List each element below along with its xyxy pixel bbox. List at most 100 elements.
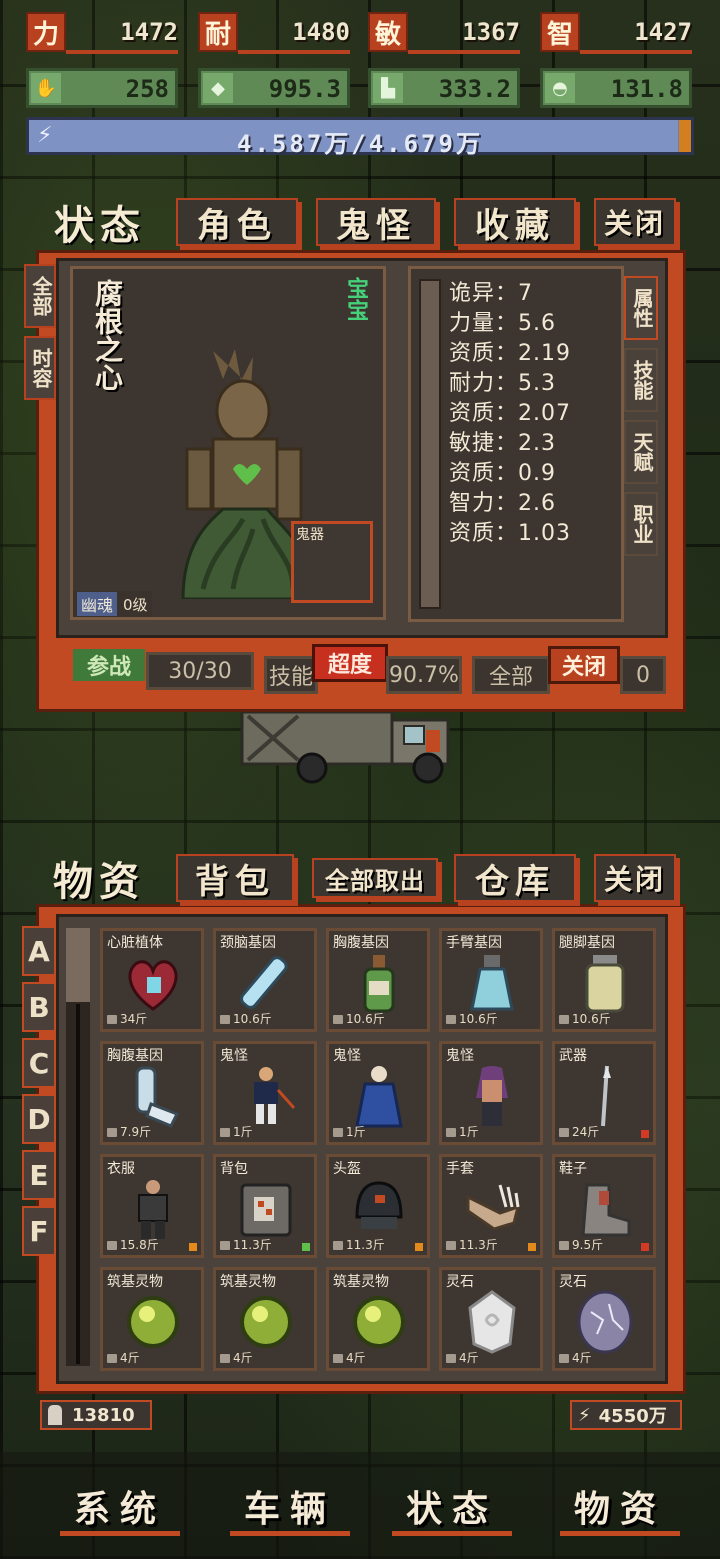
attribute-side-tab[interactable]: 技能	[624, 348, 658, 412]
nav-button[interactable]: 物资	[540, 1466, 700, 1546]
inventory-slot[interactable]: 灵石 4斤	[439, 1267, 543, 1371]
item-weight-value: 4斤	[346, 1351, 366, 1365]
inventory-scroll-thumb[interactable]	[66, 928, 90, 1002]
attribute-line: 智力：2.6	[449, 491, 556, 516]
join-battle-button[interactable]: 参战	[70, 646, 148, 684]
inventory-tab[interactable]: 背包	[176, 854, 294, 902]
category-tab-e[interactable]: E	[22, 1150, 56, 1200]
purple-stone-icon	[573, 1290, 637, 1354]
lock-icon	[333, 1128, 343, 1137]
category-tab-f[interactable]: F	[22, 1206, 56, 1256]
green-orb-icon	[347, 1290, 411, 1354]
item-weight: 10.6斤	[446, 1010, 498, 1027]
item-name: 鬼怪	[446, 1048, 474, 1064]
status-tab[interactable]: 关闭	[594, 198, 676, 246]
equipment-stat-value: 131.8	[610, 75, 683, 103]
status-tab[interactable]: 收藏	[454, 198, 576, 246]
armor-icon: ◆	[203, 73, 233, 103]
inventory-slot[interactable]: 头盔 11.3斤	[326, 1154, 430, 1258]
status-tab[interactable]: 鬼怪	[316, 198, 436, 246]
item-name: 鬼怪	[220, 1048, 248, 1064]
item-weight: 9.5斤	[559, 1236, 603, 1253]
total-weight-value: 13810	[72, 1404, 135, 1426]
inventory-tab[interactable]: 关闭	[594, 854, 676, 902]
category-tab-d[interactable]: D	[22, 1094, 56, 1144]
nav-button[interactable]: 系统	[40, 1466, 200, 1546]
inventory-slot[interactable]: 筑基灵物 4斤	[213, 1267, 317, 1371]
equipment-stat-value: 258	[125, 75, 169, 103]
attribute-line: 敏捷：2.3	[449, 431, 556, 456]
lock-icon	[220, 1015, 230, 1024]
green-orb-icon	[234, 1290, 298, 1354]
inventory-slot[interactable]: 鬼怪 1斤	[326, 1041, 430, 1145]
nav-button[interactable]: 状态	[372, 1466, 532, 1546]
item-weight: 1斤	[333, 1123, 366, 1140]
attribute-line: 资质：2.19	[449, 341, 571, 366]
item-name: 颈脑基因	[220, 935, 276, 951]
item-weight: 4斤	[107, 1349, 140, 1366]
inventory-slot[interactable]: 筑基灵物 4斤	[326, 1267, 430, 1371]
inventory-slot[interactable]: 颈脑基因 10.6斤	[213, 928, 317, 1032]
category-tab-b[interactable]: B	[22, 982, 56, 1032]
item-weight: 4斤	[446, 1349, 479, 1366]
attribute-line: 诡异：7	[449, 281, 533, 306]
inventory-tab[interactable]: 全部取出	[312, 858, 438, 898]
inventory-tab[interactable]: 仓库	[454, 854, 576, 902]
category-tab-c[interactable]: C	[22, 1038, 56, 1088]
lock-icon	[446, 1241, 456, 1250]
lightning-icon: ⚡	[578, 1404, 591, 1426]
inventory-slot[interactable]: 武器 24斤	[552, 1041, 656, 1145]
inventory-slot[interactable]: 灵石 4斤	[552, 1267, 656, 1371]
quality-marker	[302, 1243, 310, 1251]
helmet-icon: ◓	[545, 73, 575, 103]
item-weight-value: 11.3斤	[459, 1238, 498, 1252]
nav-button[interactable]: 车辆	[210, 1466, 370, 1546]
helmet-icon	[347, 1177, 411, 1241]
item-name: 筑基灵物	[220, 1274, 276, 1290]
attribute-stat-underline	[238, 50, 350, 54]
truck-icon	[240, 710, 450, 784]
inventory-slot[interactable]: 鞋子 9.5斤	[552, 1154, 656, 1258]
status-side-tab[interactable]: 时容	[24, 336, 56, 400]
inventory-slot[interactable]: 背包 11.3斤	[213, 1154, 317, 1258]
category-tab-a[interactable]: A	[22, 926, 56, 976]
ghost-weapon-slot[interactable]: 鬼器	[291, 521, 373, 603]
inventory-tab[interactable]: 物资	[40, 854, 158, 905]
item-name: 武器	[559, 1048, 587, 1064]
status-tab[interactable]: 状态	[40, 198, 160, 249]
attribute-stat-value: 1367	[462, 18, 520, 46]
inventory-slot[interactable]: 腿脚基因 10.6斤	[552, 928, 656, 1032]
boot-icon	[573, 1177, 637, 1241]
close-status-button[interactable]: 关闭	[548, 646, 620, 684]
attribute-side-tab[interactable]: 天赋	[624, 420, 658, 484]
inventory-slot[interactable]: 心脏植体 34斤	[100, 928, 204, 1032]
attribute-side-tab[interactable]: 职业	[624, 492, 658, 556]
attribute-scrollbar[interactable]	[419, 279, 441, 609]
inventory-slot[interactable]: 衣服 15.8斤	[100, 1154, 204, 1258]
inventory-scroll-track[interactable]	[66, 928, 90, 1366]
item-weight-value: 10.6斤	[346, 1012, 385, 1026]
inventory-slot[interactable]: 鬼怪 1斤	[439, 1041, 543, 1145]
character-type-bar: 幽魂 0级	[73, 591, 152, 617]
inventory-slot[interactable]: 胸腹基因 10.6斤	[326, 928, 430, 1032]
inventory-slot[interactable]: 手臂基因 10.6斤	[439, 928, 543, 1032]
nav-button-underline	[230, 1531, 350, 1536]
status-tab[interactable]: 角色	[176, 198, 298, 246]
inventory-slot[interactable]: 鬼怪 1斤	[213, 1041, 317, 1145]
item-name: 头盔	[333, 1161, 361, 1177]
long-hair-ghost-icon	[460, 1064, 524, 1128]
quality-marker	[641, 1130, 649, 1138]
inventory-slot[interactable]: 手套 11.3斤	[439, 1154, 543, 1258]
overdrive-button[interactable]: 超度	[312, 644, 388, 682]
character-card[interactable]: 腐根之心 宝宝 鬼器 幽魂 0级	[70, 266, 386, 620]
status-side-tab[interactable]: 全部	[24, 264, 56, 328]
attribute-stat: 耐 1480	[198, 12, 350, 54]
lock-icon	[107, 1354, 117, 1363]
inventory-slot[interactable]: 筑基灵物 4斤	[100, 1267, 204, 1371]
attribute-line: 力量：5.6	[449, 311, 556, 336]
nav-button-underline	[560, 1531, 680, 1536]
inventory-slot[interactable]: 胸腹基因 7.9斤	[100, 1041, 204, 1145]
claw-glove-icon	[460, 1177, 524, 1241]
item-weight-value: 1斤	[233, 1125, 253, 1139]
attribute-side-tab[interactable]: 属性	[624, 276, 658, 340]
